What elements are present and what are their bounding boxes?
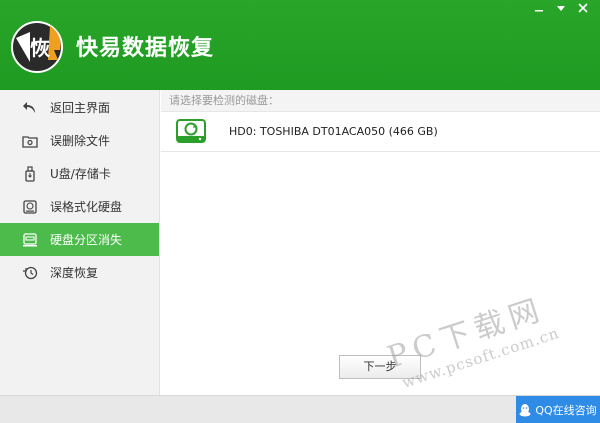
qq-label: QQ在线咨询: [535, 404, 597, 417]
sidebar-item-back-home[interactable]: 返回主界面: [0, 91, 159, 124]
app-title: 快易数据恢复: [76, 36, 215, 61]
usb-drive-icon: [22, 165, 38, 182]
select-disk-hint: 请选择要检测的磁盘：: [161, 90, 600, 112]
folder-icon: [22, 133, 38, 149]
sidebar: 返回主界面 误删除文件 U盘/存储卡 误格式化硬盘 硬盘分区消失 深度恢复: [0, 90, 160, 395]
sidebar-item-label: 硬盘分区消失: [50, 233, 123, 247]
sidebar-item-label: 返回主界面: [50, 101, 111, 115]
sidebar-item-deleted-files[interactable]: 误删除文件: [0, 124, 159, 157]
sidebar-item-label: U盘/存储卡: [50, 167, 111, 181]
settings-dropdown-icon[interactable]: [552, 2, 570, 18]
main-panel: 请选择要检测的磁盘： HD0: TOSHIBA DT01ACA050 (466 …: [161, 90, 600, 395]
sidebar-item-label: 误删除文件: [50, 134, 111, 148]
footer-bar: QQ在线咨询: [0, 395, 600, 423]
deep-recover-icon: [22, 265, 38, 281]
next-step-button[interactable]: 下一步: [339, 355, 421, 379]
sidebar-item-label: 误格式化硬盘: [50, 200, 123, 214]
sidebar-item-usb-storage[interactable]: U盘/存储卡: [0, 157, 159, 190]
back-arrow-icon: [22, 100, 38, 116]
qq-online-consult-button[interactable]: QQ在线咨询: [516, 396, 600, 423]
minimize-icon[interactable]: [530, 2, 548, 18]
sidebar-item-label: 深度恢复: [50, 266, 99, 280]
title-bar: 恢 快易数据恢复: [0, 0, 600, 90]
window-controls: [530, 2, 592, 18]
close-icon[interactable]: [574, 2, 592, 18]
disk-drive-icon: [175, 118, 207, 145]
partition-icon: [22, 232, 38, 248]
disk-label: HD0: TOSHIBA DT01ACA050 (466 GB): [229, 125, 438, 138]
sidebar-item-deep-recovery[interactable]: 深度恢复: [0, 256, 159, 289]
sidebar-item-lost-partition[interactable]: 硬盘分区消失: [0, 223, 159, 256]
hard-drive-icon: [22, 199, 38, 215]
logo-char: 恢: [30, 36, 50, 60]
sidebar-item-formatted-disk[interactable]: 误格式化硬盘: [0, 190, 159, 223]
app-logo-icon: 恢: [10, 20, 64, 74]
qq-penguin-icon: [519, 403, 531, 417]
disk-list-item[interactable]: HD0: TOSHIBA DT01ACA050 (466 GB): [161, 112, 600, 152]
